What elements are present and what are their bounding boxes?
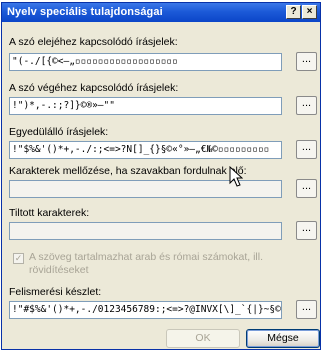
- word-start-punctuation-label: A szó elejéhez kapcsolódó írásjelek:: [9, 36, 178, 48]
- standalone-punctuation-input[interactable]: !"$%&'()*+,-./:;<=>?N[]_{}§©«°»—„€№©▫▫▫▫…: [9, 141, 282, 159]
- cancel-button[interactable]: Mégse: [246, 329, 320, 348]
- recognition-charset-label: Felismerési készlet:: [9, 286, 102, 298]
- word-start-punctuation-input[interactable]: "(-./[{©<—„▫▫▫▫▫▫▫▫▫▫▫▫▫▫▫▫▫▫: [9, 53, 282, 71]
- help-button[interactable]: ?: [286, 5, 301, 19]
- word-end-punctuation-label: A szó végéhez kapcsolódó írásjelek:: [9, 82, 179, 94]
- forbidden-characters-browse-button[interactable]: ...: [296, 221, 317, 240]
- close-button[interactable]: ×: [302, 5, 317, 19]
- ok-button[interactable]: OK: [166, 329, 240, 348]
- numbers-abbreviations-label: A szöveg tartalmazhat arab és római szám…: [29, 251, 264, 276]
- numbers-abbreviations-checkbox[interactable]: ✓: [13, 253, 24, 264]
- ignored-characters-label: Karakterek mellőzése, ha szavakban fordu…: [9, 165, 247, 177]
- forbidden-characters-label: Tiltott karakterek:: [9, 207, 90, 219]
- mouse-pointer-icon: [229, 166, 243, 187]
- title-bar[interactable]: Nyelv speciális tulajdonságai ? ×: [2, 3, 320, 22]
- standalone-punctuation-label: Egyedülálló írásjelek:: [9, 126, 109, 138]
- standalone-punctuation-browse-button[interactable]: ...: [296, 140, 317, 159]
- recognition-charset-browse-button[interactable]: ...: [296, 300, 317, 319]
- word-start-punctuation-browse-button[interactable]: ...: [296, 52, 317, 71]
- window-title: Nyelv speciális tulajdonságai: [7, 6, 163, 18]
- recognition-charset-input[interactable]: !"#$%&'()*+,-./0123456789:;<=>?@INVX[\]_…: [9, 301, 282, 319]
- word-end-punctuation-input[interactable]: !")*,-.:;?]}©®»—"": [9, 97, 282, 115]
- ignored-characters-browse-button[interactable]: ...: [296, 179, 317, 198]
- word-end-punctuation-browse-button[interactable]: ...: [296, 96, 317, 115]
- forbidden-characters-input[interactable]: [9, 222, 282, 240]
